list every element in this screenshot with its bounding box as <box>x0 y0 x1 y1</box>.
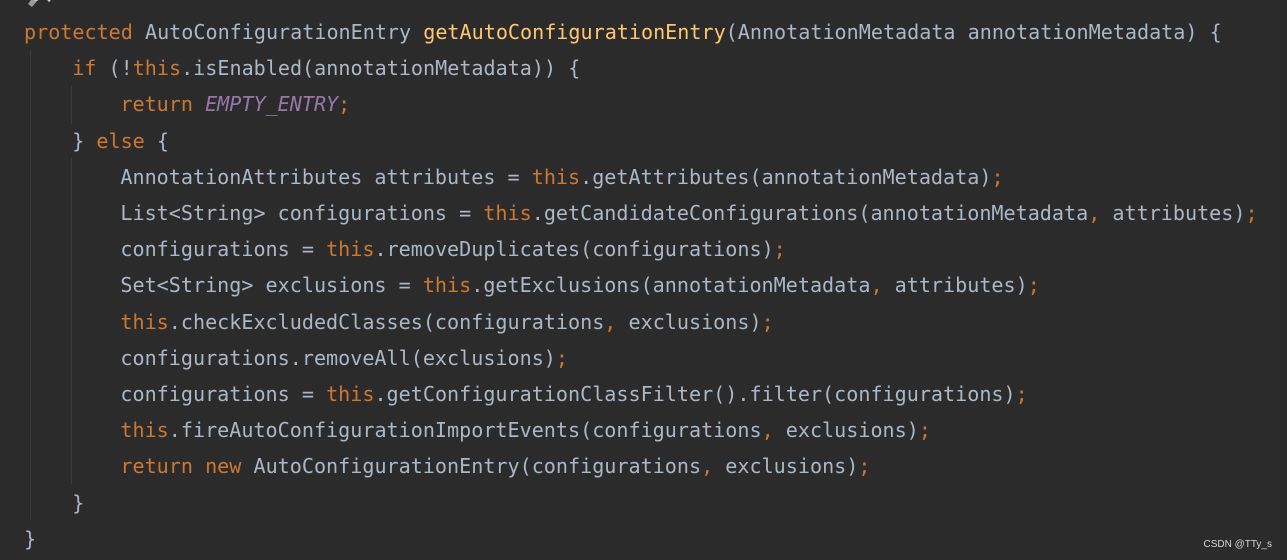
code-line-return-entry[interactable]: return new AutoConfigurationEntry(config… <box>120 448 870 484</box>
code-token: } <box>24 526 37 551</box>
code-token: } <box>72 490 85 515</box>
code-token: (AnnotationMetadata annotationMetadata) … <box>725 20 1222 44</box>
code-token: this <box>531 164 581 189</box>
code-token: configurations = <box>120 382 327 406</box>
code-token: ; <box>991 164 1004 189</box>
code-token: this <box>132 56 182 81</box>
code-token: } <box>72 128 97 153</box>
code-token: this <box>120 309 169 334</box>
code-line-remove-duplicates[interactable]: configurations = this.removeDuplicates(c… <box>120 231 785 267</box>
code-token: this <box>326 382 375 406</box>
code-token: attributes) <box>1112 201 1246 225</box>
code-token: .getConfigurationClassFilter().filter(co… <box>374 382 1016 406</box>
code-token: .checkExcludedClasses(configurations <box>168 309 605 334</box>
code-token: this <box>422 273 472 298</box>
code-token: ; <box>773 237 786 262</box>
code-token: ; <box>761 309 774 334</box>
code-token: exclusions) <box>785 418 919 443</box>
code-token: , <box>870 273 895 298</box>
code-line-close-else[interactable]: } <box>72 485 84 521</box>
code-token: .isEnabled(annotationMetadata)) { <box>181 56 581 81</box>
code-token: if <box>72 56 97 81</box>
code-token: ; <box>918 418 931 443</box>
code-token: ; <box>555 345 569 370</box>
code-line-if-statement[interactable]: if (!this.isEnabled(annotationMetadata))… <box>72 50 580 86</box>
code-line-check-excluded[interactable]: this.checkExcludedClasses(configurations… <box>120 304 773 340</box>
code-line-else-branch[interactable]: } else { <box>72 123 169 159</box>
code-token: ; <box>1027 273 1040 298</box>
code-token: , <box>1088 201 1113 225</box>
code-token: return new <box>120 454 242 479</box>
code-token: this <box>483 201 532 225</box>
code-token: .getAttributes(annotationMetadata) <box>580 164 992 189</box>
code-token: else <box>96 128 145 153</box>
code-token: .fireAutoConfigurationImportEvents(confi… <box>168 418 762 443</box>
indent-guide <box>71 158 72 484</box>
code-token: Set<String> exclusions = <box>120 273 423 298</box>
indent-guide <box>71 86 72 124</box>
code-token: , <box>604 309 629 334</box>
code-line-get-exclusions[interactable]: Set<String> exclusions = this.getExclusi… <box>120 267 1039 303</box>
code-token: , <box>761 418 786 443</box>
code-token: ; <box>338 92 351 117</box>
code-token: AutoConfigurationEntry(configurations <box>241 454 702 479</box>
code-token: this <box>326 237 375 262</box>
code-line-get-candidates[interactable]: List<String> configurations = this.getCa… <box>120 195 1257 231</box>
code-token: EMPTY_ENTRY <box>205 92 339 117</box>
indent-guide <box>30 50 31 520</box>
code-line-fire-events[interactable]: this.fireAutoConfigurationImportEvents(c… <box>120 412 931 448</box>
bean-gutter-icon[interactable] <box>25 0 65 8</box>
code-line-close-method[interactable]: } <box>24 521 36 557</box>
code-line-get-attributes[interactable]: AnnotationAttributes attributes = this.g… <box>120 159 1003 195</box>
code-token: configurations = <box>120 237 327 262</box>
code-token: ; <box>1245 201 1258 225</box>
code-line-method-signature[interactable]: protected AutoConfigurationEntry getAuto… <box>24 14 1222 50</box>
watermark: CSDN @TTy_s <box>1203 539 1273 550</box>
code-token: return <box>120 92 206 117</box>
code-token: { <box>144 128 169 153</box>
code-token: .getCandidateConfigurations(annotationMe… <box>531 201 1089 225</box>
code-line-filter[interactable]: configurations = this.getConfigurationCl… <box>120 376 1027 412</box>
code-token: attributes) <box>894 273 1028 298</box>
code-token: AutoConfigurationEntry <box>132 20 424 44</box>
code-token: List<String> configurations = <box>120 201 484 225</box>
code-token: this <box>120 418 169 443</box>
code-token: protected <box>24 20 133 44</box>
code-token: .getExclusions(annotationMetadata <box>471 273 871 298</box>
code-line-return-empty[interactable]: return EMPTY_ENTRY; <box>120 86 350 122</box>
code-token: , <box>701 454 726 479</box>
code-token: ; <box>1015 382 1028 406</box>
code-token: configurations.removeAll(exclusions) <box>120 345 556 370</box>
code-line-remove-all[interactable]: configurations.removeAll(exclusions); <box>120 340 568 376</box>
code-token: (! <box>96 56 133 81</box>
code-token: getAutoConfigurationEntry <box>423 20 726 44</box>
code-token: exclusions) <box>725 454 859 479</box>
code-token: ; <box>858 454 871 479</box>
code-token: AnnotationAttributes attributes = <box>120 164 532 189</box>
code-editor[interactable]: protected AutoConfigurationEntry getAuto… <box>0 0 1287 560</box>
code-token: .removeDuplicates(configurations) <box>374 237 774 262</box>
code-token: exclusions) <box>628 309 762 334</box>
